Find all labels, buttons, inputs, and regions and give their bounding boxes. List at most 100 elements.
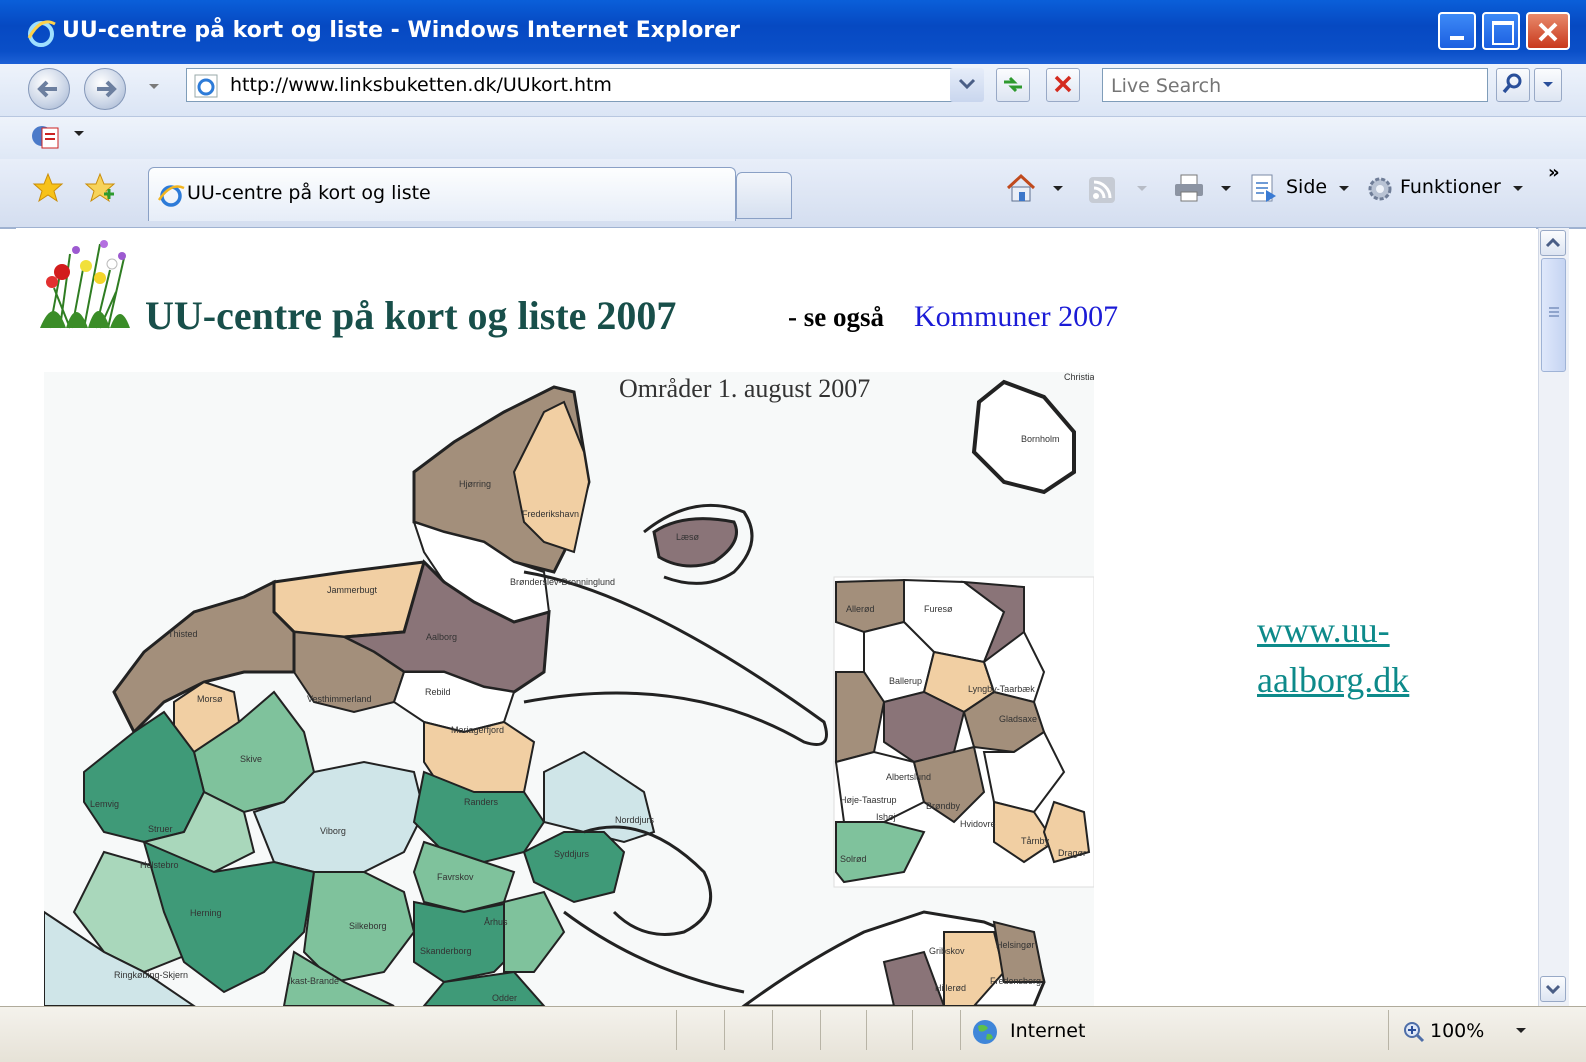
page-title: UU-centre på kort og liste 2007	[145, 293, 677, 338]
status-divider	[1388, 1010, 1389, 1050]
stop-icon	[1054, 75, 1072, 93]
new-tab-button[interactable]	[736, 172, 792, 219]
window-title: UU-centre på kort og liste - Windows Int…	[62, 18, 740, 43]
map-label: Jammerbugt	[327, 585, 378, 595]
stop-button[interactable]	[1046, 68, 1080, 102]
chevron-down-icon	[1137, 186, 1147, 191]
maximize-button[interactable]	[1482, 12, 1520, 50]
flower-logo	[40, 240, 130, 329]
map-label: Hjørring	[459, 479, 491, 489]
map-label: Albertslund	[886, 772, 931, 782]
scroll-thumb[interactable]	[1541, 258, 1566, 372]
map-label: Ikast-Brande	[288, 976, 339, 986]
uu-aalborg-link-line1[interactable]: www.uu-	[1257, 610, 1390, 650]
map-title: Områder 1. august 2007	[619, 374, 870, 403]
search-box[interactable]	[1102, 68, 1488, 102]
chevron-down-icon[interactable]	[1220, 184, 1232, 194]
add-favorite-icon[interactable]	[84, 172, 118, 204]
internet-globe-icon	[973, 1020, 997, 1044]
map-label: Thisted	[168, 629, 198, 639]
map-label: Bornholm	[1021, 434, 1060, 444]
scroll-down-button[interactable]	[1540, 976, 1566, 1002]
map-label: Lemvig	[90, 799, 119, 809]
print-icon[interactable]	[1172, 172, 1206, 204]
map-label: Brøndby	[926, 801, 961, 811]
address-url[interactable]: http://www.linksbuketten.dk/UUkort.htm	[230, 74, 612, 96]
history-dropdown-icon[interactable]	[146, 80, 162, 92]
map-label: Mariagerfjord	[451, 725, 504, 735]
map-label: Vesthimmerland	[307, 694, 372, 704]
map-label: Allerød	[846, 604, 875, 614]
map-label: Struer	[148, 824, 173, 834]
forward-button[interactable]	[84, 68, 126, 110]
map-label: Frederikshavn	[522, 509, 579, 519]
status-divider	[676, 1010, 677, 1050]
map-label: Herning	[190, 908, 222, 918]
map-label: Gribskov	[929, 946, 965, 956]
chevron-down-icon[interactable]	[1338, 184, 1350, 194]
map-label: Morsø	[197, 694, 223, 704]
map-label: Fredensborg	[990, 976, 1041, 986]
favorites-star-icon[interactable]	[32, 172, 64, 204]
status-divider	[724, 1010, 725, 1050]
feeds-icon[interactable]	[1088, 176, 1116, 204]
chevron-down-icon[interactable]	[1052, 184, 1064, 194]
map-label: Viborg	[320, 826, 346, 836]
status-divider	[912, 1010, 913, 1050]
map-label: Læsø	[676, 532, 700, 542]
security-zone-label: Internet	[1010, 1020, 1086, 1042]
address-dropdown-button[interactable]	[950, 68, 984, 102]
see-also-text: - se også	[788, 302, 884, 332]
chevron-down-icon	[1545, 984, 1561, 995]
map-label: Århus	[484, 917, 508, 927]
zoom-icon	[1404, 1022, 1425, 1043]
gear-icon[interactable]	[1364, 174, 1396, 204]
search-options-button[interactable]	[1534, 68, 1562, 102]
tools-menu-label[interactable]: Funktioner	[1400, 176, 1501, 198]
map-label: Dragør	[1058, 848, 1086, 858]
chevron-down-icon[interactable]	[1512, 184, 1524, 194]
more-commands-chevron[interactable]: »	[1548, 162, 1560, 183]
toolbar-row	[0, 117, 1586, 159]
tab-label: UU-centre på kort og liste	[187, 182, 431, 204]
refresh-icon	[1004, 76, 1022, 93]
map-label: Furesø	[924, 604, 953, 614]
uu-aalborg-link-line2[interactable]: aalborg.dk	[1257, 660, 1409, 700]
page-icon[interactable]	[1248, 172, 1278, 204]
pdf-convert-icon[interactable]	[30, 122, 64, 152]
back-button[interactable]	[28, 68, 70, 110]
map-label: Ringkøbing-Skjern	[114, 970, 188, 980]
close-button[interactable]	[1526, 12, 1570, 50]
zoom-dropdown-icon[interactable]	[1514, 1026, 1528, 1036]
zoom-level[interactable]: 100%	[1430, 1020, 1484, 1042]
search-button[interactable]	[1496, 68, 1530, 102]
status-divider	[960, 1010, 961, 1050]
title-bar: UU-centre på kort og liste - Windows Int…	[0, 0, 1586, 64]
map-label: Aalborg	[426, 632, 457, 642]
uu-aalborg-link[interactable]: www.uu- aalborg.dk	[1257, 605, 1457, 705]
chevron-down-icon	[1543, 82, 1553, 87]
map-label: Hillerød	[935, 983, 966, 993]
map-label: Norddjurs	[615, 815, 655, 825]
search-input[interactable]	[1109, 70, 1483, 102]
denmark-uu-map: Områder 1. august 2007 Bornholm Hjørring…	[44, 372, 1094, 1006]
tab-uu-centre[interactable]: UU-centre på kort og liste	[148, 167, 736, 221]
status-bar	[0, 1006, 1586, 1062]
refresh-button[interactable]	[996, 68, 1030, 102]
map-label: Silkeborg	[349, 921, 387, 931]
kommuner-2007-link[interactable]: Kommuner 2007	[914, 300, 1118, 334]
minimize-button[interactable]	[1438, 12, 1476, 50]
map-label: Ishøj	[876, 812, 896, 822]
map-label: Gladsaxe	[999, 714, 1037, 724]
map-label: Hvidovre	[960, 819, 996, 829]
scroll-up-button[interactable]	[1540, 230, 1566, 256]
home-icon[interactable]	[1004, 172, 1038, 204]
map-label: Christiansø	[1064, 372, 1094, 382]
map-label: Rebild	[425, 687, 451, 697]
map-label: Skive	[240, 754, 262, 764]
page-menu-label[interactable]: Side	[1286, 176, 1327, 198]
chevron-down-icon[interactable]	[72, 128, 86, 140]
ie-logo-icon	[27, 20, 56, 47]
map-label: Odder	[492, 993, 517, 1003]
back-arrow-icon	[37, 80, 57, 98]
